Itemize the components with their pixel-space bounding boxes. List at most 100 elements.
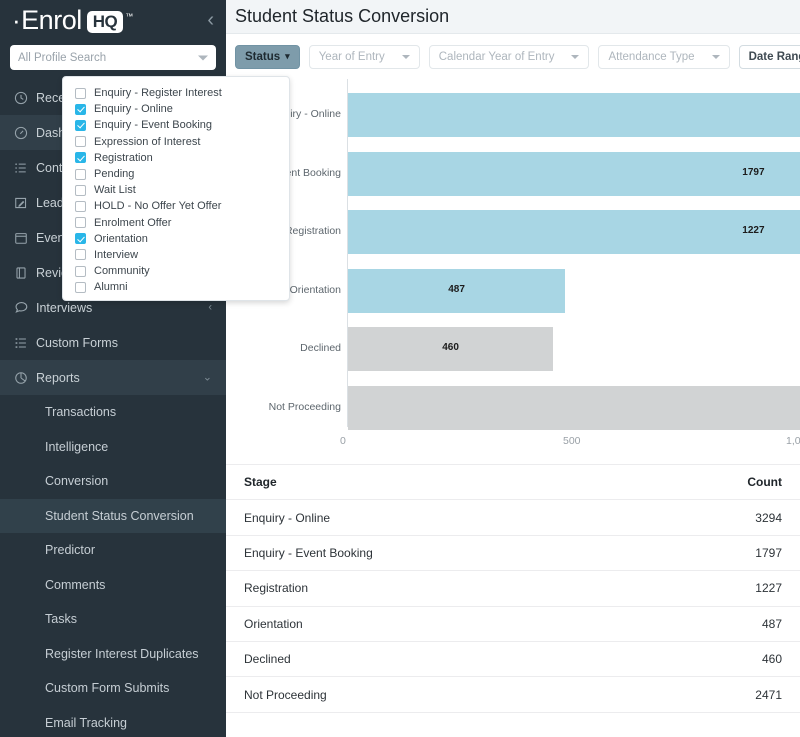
sidebar-subitem-email-tracking[interactable]: Email Tracking (0, 706, 226, 737)
table-row[interactable]: Enquiry - Event Booking1797 (226, 535, 800, 570)
search-input[interactable] (10, 45, 216, 70)
attendance-type-label: Attendance Type (608, 51, 694, 63)
status-option[interactable]: Community (63, 263, 289, 279)
status-option-label: Enquiry - Event Booking (94, 119, 212, 131)
calendar-year-of-entry-filter[interactable]: Calendar Year of Entry (429, 45, 590, 69)
list-lines-icon (14, 336, 36, 350)
chart-x-tick-label: 0 (340, 435, 346, 447)
checkbox-icon[interactable] (75, 249, 86, 260)
cell-count: 460 (648, 641, 800, 676)
cell-stage: Orientation (226, 606, 648, 641)
sidebar-subitem-conversion[interactable]: Conversion (0, 464, 226, 499)
status-option[interactable]: Enquiry - Register Interest (63, 85, 289, 101)
edit-square-icon (14, 196, 36, 210)
status-conversion-chart: Enquiry - OnlineEnquiry - Event Booking1… (226, 79, 800, 464)
sidebar-collapse-icon[interactable]: ‹ (207, 10, 214, 30)
sidebar-subitem-transactions[interactable]: Transactions (0, 395, 226, 430)
table-row[interactable]: Registration1227 (226, 571, 800, 606)
status-option-label: Community (94, 265, 150, 277)
table-body: Enquiry - Online3294Enquiry - Event Book… (226, 500, 800, 712)
book-icon (14, 266, 36, 280)
status-option-label: Pending (94, 168, 134, 180)
sidebar-subitem-custom-form-submits[interactable]: Custom Form Submits (0, 671, 226, 706)
chart-bar[interactable] (348, 386, 800, 430)
status-option-label: HOLD - No Offer Yet Offer (94, 200, 221, 212)
chevron-down-icon[interactable] (198, 55, 208, 60)
checkbox-checked-icon[interactable] (75, 104, 86, 115)
checkbox-icon[interactable] (75, 185, 86, 196)
status-filter-label: Status (245, 51, 280, 63)
chart-bar[interactable] (348, 210, 800, 254)
status-option-label: Expression of Interest (94, 136, 200, 148)
chart-bar[interactable] (348, 152, 800, 196)
status-option[interactable]: Wait List (63, 182, 289, 198)
sidebar-subitem-label: Register Interest Duplicates (45, 647, 199, 661)
column-header-stage[interactable]: Stage (226, 465, 648, 500)
checkbox-icon[interactable] (75, 266, 86, 277)
status-filter-dropdown[interactable]: Enquiry - Register Interest Enquiry - Onl… (62, 76, 290, 301)
checkbox-checked-icon[interactable] (75, 120, 86, 131)
year-of-entry-filter[interactable]: Year of Entry (309, 45, 420, 69)
sidebar-item-custom-forms[interactable]: Custom Forms (0, 325, 226, 360)
sidebar-subitem-intelligence[interactable]: Intelligence (0, 430, 226, 465)
status-option[interactable]: Pending (63, 166, 289, 182)
status-option-label: Enrolment Offer (94, 217, 171, 229)
checkbox-icon[interactable] (75, 88, 86, 99)
app-logo[interactable]: ·EnrolHQ™ (12, 7, 133, 35)
sidebar-item-label: Reports (36, 371, 80, 385)
chart-bar-value: 1797 (739, 167, 767, 178)
checkbox-checked-icon[interactable] (75, 152, 86, 163)
status-option-label: Enquiry - Register Interest (94, 87, 222, 99)
status-option[interactable]: Interview (63, 247, 289, 263)
chart-category-label: Not Proceeding (269, 401, 341, 413)
status-option[interactable]: Alumni (63, 279, 289, 295)
sidebar-item-label: Custom Forms (36, 336, 118, 350)
table-row[interactable]: Not Proceeding2471 (226, 677, 800, 712)
status-filter-button[interactable]: Status ▾ (235, 45, 300, 69)
checkbox-icon[interactable] (75, 217, 86, 228)
chevron-down-icon (571, 55, 579, 59)
chart-bar[interactable] (348, 93, 800, 137)
sidebar-subitem-student-status-conversion[interactable]: Student Status Conversion (0, 499, 226, 534)
chevron-down-icon[interactable]: ⌄ (203, 372, 212, 383)
cell-stage: Enquiry - Online (226, 500, 648, 535)
attendance-type-filter[interactable]: Attendance Type (598, 45, 729, 69)
checkbox-checked-icon[interactable] (75, 233, 86, 244)
table-row[interactable]: Enquiry - Online3294 (226, 500, 800, 535)
date-range-filter[interactable]: Date Range ↕ (739, 45, 800, 69)
status-option[interactable]: HOLD - No Offer Yet Offer (63, 198, 289, 214)
chevron-down-icon: ▾ (285, 52, 290, 61)
chevron-left-icon[interactable]: ‹ (208, 302, 212, 313)
checkbox-icon[interactable] (75, 169, 86, 180)
sidebar-search-wrap (0, 41, 226, 80)
checkbox-icon[interactable] (75, 201, 86, 212)
checkbox-icon[interactable] (75, 136, 86, 147)
chart-bar-value: 487 (443, 284, 471, 295)
main-content: Student Status Conversion Status ▾ Year … (226, 0, 800, 737)
column-header-count[interactable]: Count (648, 465, 800, 500)
chat-icon (14, 300, 36, 315)
sidebar-subitem-tasks[interactable]: Tasks (0, 602, 226, 637)
table-row[interactable]: Orientation487 (226, 606, 800, 641)
chart-x-tick-label: 1,00 (786, 435, 800, 447)
status-option-label: Wait List (94, 184, 136, 196)
status-option[interactable]: Enrolment Offer (63, 215, 289, 231)
cell-count: 487 (648, 606, 800, 641)
logo-hq-badge: HQ (87, 11, 124, 33)
sidebar-item-reports[interactable]: Reports ⌄ (0, 360, 226, 395)
status-option[interactable]: Registration (63, 150, 289, 166)
status-option[interactable]: Orientation (63, 231, 289, 247)
profile-search-box[interactable] (10, 45, 216, 70)
sidebar-subitem-comments[interactable]: Comments (0, 568, 226, 603)
status-option[interactable]: Enquiry - Event Booking (63, 117, 289, 133)
chevron-down-icon (402, 55, 410, 59)
status-option-label: Enquiry - Online (94, 103, 173, 115)
sidebar-subitem-predictor[interactable]: Predictor (0, 533, 226, 568)
table-row[interactable]: Declined460 (226, 641, 800, 676)
checkbox-icon[interactable] (75, 282, 86, 293)
sidebar-subitem-register-interest-duplicates[interactable]: Register Interest Duplicates (0, 637, 226, 672)
status-option[interactable]: Enquiry - Online (63, 101, 289, 117)
status-option[interactable]: Expression of Interest (63, 134, 289, 150)
calendar-year-label: Calendar Year of Entry (439, 51, 555, 63)
page-header: Student Status Conversion (226, 0, 800, 34)
